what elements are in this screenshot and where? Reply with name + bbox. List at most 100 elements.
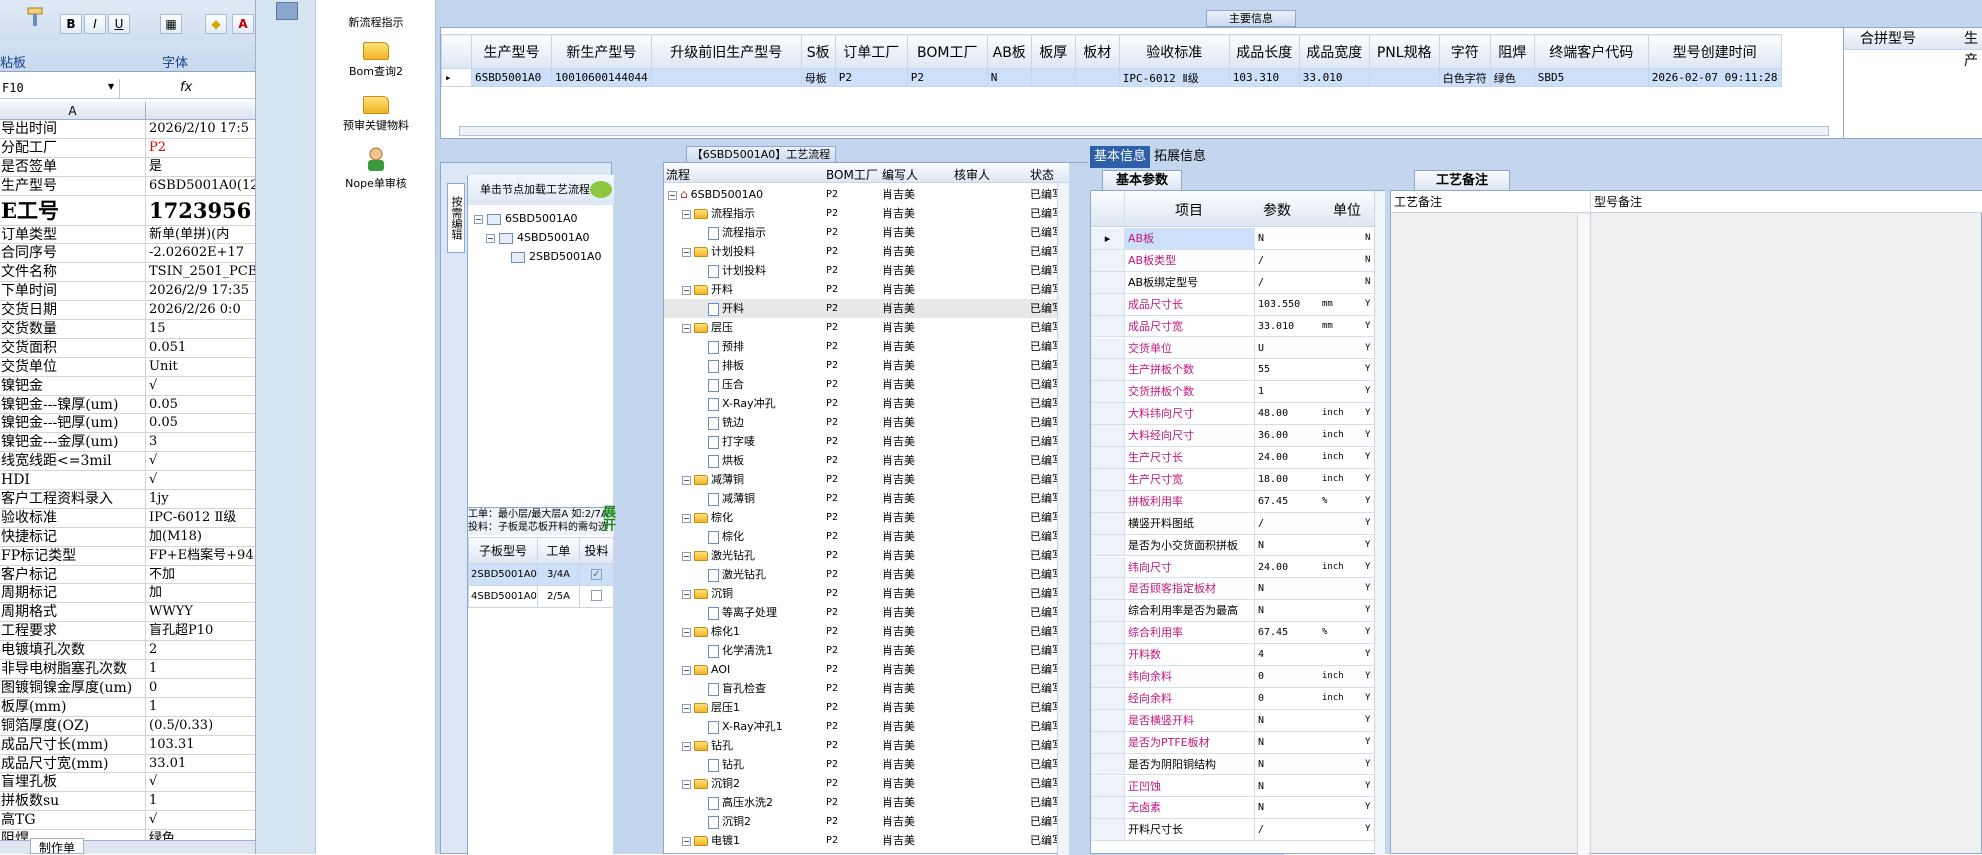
italic-button[interactable]: I (84, 14, 106, 34)
main-col-header[interactable]: 字符 (1438, 34, 1491, 69)
process-row[interactable]: X-Ray冲孔 P2 肖吉美 已编写 (664, 394, 1057, 413)
name-box[interactable]: F10 (0, 79, 120, 98)
excel-cell-value[interactable]: P2 (147, 139, 255, 157)
excel-cell-label[interactable]: 导出时间 (0, 120, 146, 138)
preaudit-material-button[interactable]: 预审关键物料 (316, 96, 436, 133)
fill-color-icon[interactable]: ◆ (205, 14, 227, 34)
remark-scrollbar[interactable] (1577, 215, 1589, 855)
excel-cell-label[interactable]: 合同序号 (0, 244, 146, 263)
excel-cell-label[interactable]: 周期格式 (0, 603, 146, 622)
collapse-icon[interactable]: − (682, 703, 691, 713)
process-row[interactable]: − 沉铜2 P2 肖吉美 已编写 (664, 774, 1057, 793)
excel-cell-value[interactable]: (0.5/0.33) (147, 717, 255, 735)
row-selector[interactable] (1091, 600, 1125, 623)
format-painter-icon[interactable] (20, 4, 50, 32)
excel-cell-label[interactable]: 盲埋孔板 (0, 773, 146, 792)
main-col-header[interactable]: 板厚 (1030, 34, 1076, 69)
excel-cell-label[interactable]: 分配工厂 (0, 138, 146, 157)
param-row[interactable]: 是否为PTFE板材 N Y (1091, 731, 1374, 754)
excel-cell-label[interactable]: HDI (0, 471, 146, 490)
excel-cell-value[interactable]: FP+E档案号+94 (147, 547, 255, 565)
collapse-icon[interactable]: − (486, 233, 495, 243)
main-col-header[interactable]: 成品宽度 (1298, 34, 1370, 69)
excel-cell-value[interactable]: √ (147, 452, 255, 470)
excel-cell-value[interactable]: 0.051 (147, 339, 255, 357)
excel-cell-value[interactable]: IPC-6012 Ⅱ级 (147, 509, 255, 527)
param-row[interactable]: 正凹蚀 N Y (1091, 775, 1374, 798)
main-cell[interactable] (650, 68, 802, 87)
excel-cell-label[interactable]: 快捷标记 (0, 527, 146, 546)
excel-cell-label[interactable]: FP标记类型 (0, 546, 146, 565)
excel-cell-value[interactable]: 1 (147, 660, 255, 678)
excel-cell-label[interactable]: 拼板数su (0, 792, 146, 811)
param-row[interactable]: 成品尺寸宽 33.010 mm Y (1091, 315, 1374, 338)
process-row[interactable]: − 激光钻孔 P2 肖吉美 已编写 (664, 546, 1057, 565)
excel-cell-value[interactable]: √ (147, 471, 255, 489)
excel-cell-value[interactable]: 2 (147, 641, 255, 659)
fx-icon[interactable]: fx (180, 80, 192, 95)
collapse-icon[interactable]: − (682, 836, 691, 846)
tab-extended-info[interactable]: 拓展信息 (1150, 146, 1210, 168)
param-row[interactable]: 是否横竖开料 N Y (1091, 709, 1374, 732)
tab-process-remark[interactable]: 工艺备注 (1414, 170, 1510, 190)
collapse-icon[interactable]: − (682, 589, 691, 599)
main-col-header[interactable]: 终端客户代码 (1533, 34, 1649, 69)
excel-cell-value[interactable]: 2026/2/9 17:35 (147, 282, 255, 300)
excel-cell-label[interactable]: 成品尺寸宽(mm) (0, 754, 146, 773)
excel-cell-label[interactable]: 非导电树脂塞孔次数 (0, 660, 146, 678)
param-row[interactable]: AB板类型 / N (1091, 249, 1374, 272)
excel-cell-value[interactable]: Unit (147, 358, 255, 376)
process-row[interactable]: − 减薄铜 P2 肖吉美 已编写 (664, 470, 1057, 489)
param-row[interactable]: 是否顾客指定板材 N Y (1091, 578, 1374, 601)
main-col-header[interactable]: 验收标准 (1118, 34, 1230, 69)
chevron-down-icon[interactable]: ▼ (108, 82, 114, 91)
excel-cell-label[interactable]: 图镀铜镍金厚度(um) (0, 678, 146, 697)
collapse-icon[interactable]: − (682, 551, 691, 561)
flow-tree-node[interactable]: − 4SBD5001A0 (486, 228, 590, 247)
collapse-icon[interactable]: − (682, 323, 691, 333)
excel-cell-value[interactable]: 不加 (147, 566, 255, 584)
main-cell[interactable]: N (986, 68, 1032, 87)
main-col-header[interactable]: 生产型号 (471, 34, 552, 69)
excel-cell-value[interactable]: √ (147, 811, 255, 829)
main-col-header[interactable]: AB板 (986, 34, 1032, 69)
row-selector[interactable] (1091, 797, 1125, 820)
excel-cell-value[interactable]: 2026/2/10 17:5 (147, 120, 255, 138)
feed-checkbox[interactable]: ✓ (590, 569, 602, 580)
model-remark-header[interactable]: 型号备注 (1591, 191, 1982, 213)
excel-cell-value[interactable]: √ (147, 773, 255, 791)
excel-cell-value[interactable]: 新单(单拼)(内 (147, 226, 255, 244)
collapse-icon[interactable]: − (682, 247, 691, 257)
process-row[interactable]: − 棕化1 P2 肖吉美 已编写 (664, 622, 1057, 641)
process-row[interactable]: 钻孔 P2 肖吉美 已编写 (664, 755, 1057, 774)
row-selector[interactable] (1091, 534, 1125, 557)
row-selector[interactable] (1091, 271, 1125, 294)
process-row[interactable]: − 棕化 P2 肖吉美 已编写 (664, 508, 1057, 527)
excel-cell-value[interactable]: TSIN_2501_PCB (147, 263, 255, 281)
excel-cell-label[interactable]: 镍钯金---金厚(um) (0, 433, 146, 452)
collapse-icon[interactable]: − (682, 627, 691, 637)
param-row[interactable]: 横竖开料图纸 / Y (1091, 512, 1374, 535)
param-row[interactable]: 无卤素 N Y (1091, 797, 1374, 820)
production-header[interactable]: 生产 (1964, 28, 1982, 72)
process-row[interactable]: 烘板 P2 肖吉美 已编写 (664, 451, 1057, 470)
tools-icon[interactable] (276, 2, 298, 20)
main-cell[interactable] (1074, 68, 1120, 87)
process-row[interactable]: − 钻孔 P2 肖吉美 已编写 (664, 736, 1057, 755)
row-selector[interactable] (1091, 753, 1125, 776)
main-col-header[interactable]: BOM工厂 (906, 34, 988, 69)
param-row[interactable]: 交货单位 U Y (1091, 337, 1374, 360)
row-selector[interactable] (1091, 819, 1125, 842)
row-selector[interactable] (1091, 556, 1125, 579)
param-row[interactable]: 交货拼板个数 1 Y (1091, 381, 1374, 404)
excel-cell-label[interactable]: 成品尺寸长(mm) (0, 735, 146, 754)
param-row[interactable]: 是否为小交货面积拼板 N Y (1091, 534, 1374, 557)
process-row[interactable]: 打字唛 P2 肖吉美 已编写 (664, 432, 1057, 451)
row-selector[interactable] (1091, 293, 1125, 316)
param-row[interactable]: ▸ AB板 N N (1091, 228, 1374, 250)
excel-cell-label[interactable]: 线宽线距<=3mil (0, 452, 146, 471)
sub-board-row[interactable]: 4SBD5001A0 2/5A (468, 585, 615, 608)
excel-cell-label[interactable]: 交货数量 (0, 320, 146, 338)
main-col-header[interactable]: 成品长度 (1228, 34, 1300, 69)
excel-cell-label[interactable]: 交货日期 (0, 301, 146, 320)
